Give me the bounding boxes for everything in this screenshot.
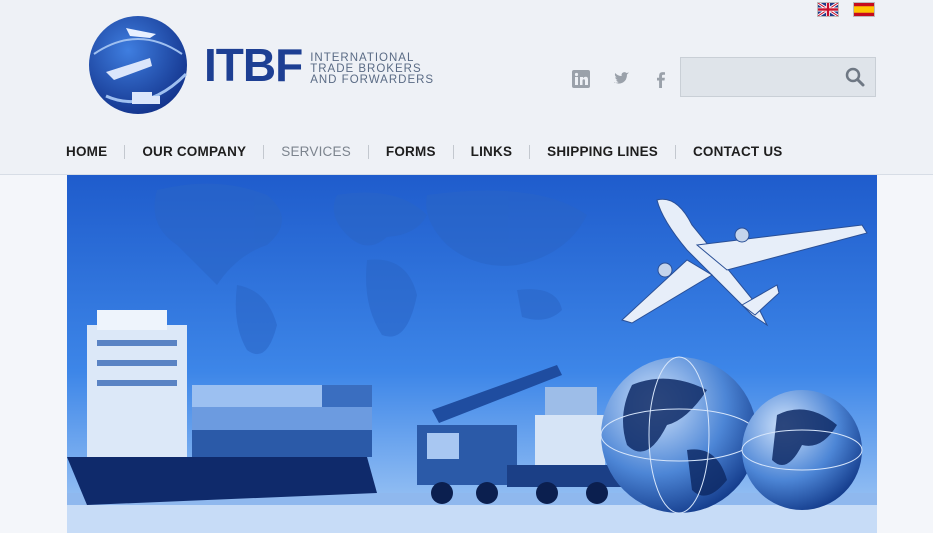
language-switcher: [817, 2, 875, 17]
facebook-icon[interactable]: [652, 70, 670, 88]
hero-logistics-illustration: [67, 175, 877, 533]
nav-divider: [263, 144, 265, 159]
nav-divider: [529, 144, 531, 159]
nav-divider: [452, 144, 454, 159]
search-input[interactable]: [689, 66, 843, 90]
logo-acronym: ITBF: [204, 39, 303, 91]
nav-item-links[interactable]: LINKS: [471, 144, 513, 159]
site-logo[interactable]: ITBF International Trade Brokers and For…: [86, 14, 434, 116]
linkedin-icon[interactable]: [572, 70, 590, 88]
search-box: [680, 57, 876, 97]
nav-item-forms[interactable]: FORMS: [386, 144, 436, 159]
nav-item-home[interactable]: HOME: [66, 144, 107, 159]
nav-item-contact-us[interactable]: CONTACT US: [693, 144, 783, 159]
uk-flag-icon[interactable]: [817, 2, 839, 17]
nav-item-our-company[interactable]: OUR COMPANY: [142, 144, 246, 159]
logo-tagline-line: and Forwarders: [310, 74, 435, 86]
nav-item-shipping-lines[interactable]: SHIPPING LINES: [547, 144, 658, 159]
site-header: ITBF International Trade Brokers and For…: [0, 0, 933, 175]
hero-banner: [67, 175, 877, 533]
nav-divider: [124, 144, 126, 159]
nav-divider: [674, 144, 676, 159]
spain-flag-icon[interactable]: [853, 2, 875, 17]
nav-divider: [367, 144, 369, 159]
twitter-icon[interactable]: [612, 70, 630, 88]
nav-item-services[interactable]: SERVICES: [281, 144, 351, 159]
social-links: [572, 70, 670, 88]
search-icon[interactable]: [845, 67, 865, 92]
globe-logo-icon: [86, 14, 190, 116]
main-nav: HOME OUR COMPANY SERVICES FORMS LINKS SH…: [66, 144, 782, 159]
logo-tagline: International Trade Brokers and Forwarde…: [310, 52, 435, 88]
